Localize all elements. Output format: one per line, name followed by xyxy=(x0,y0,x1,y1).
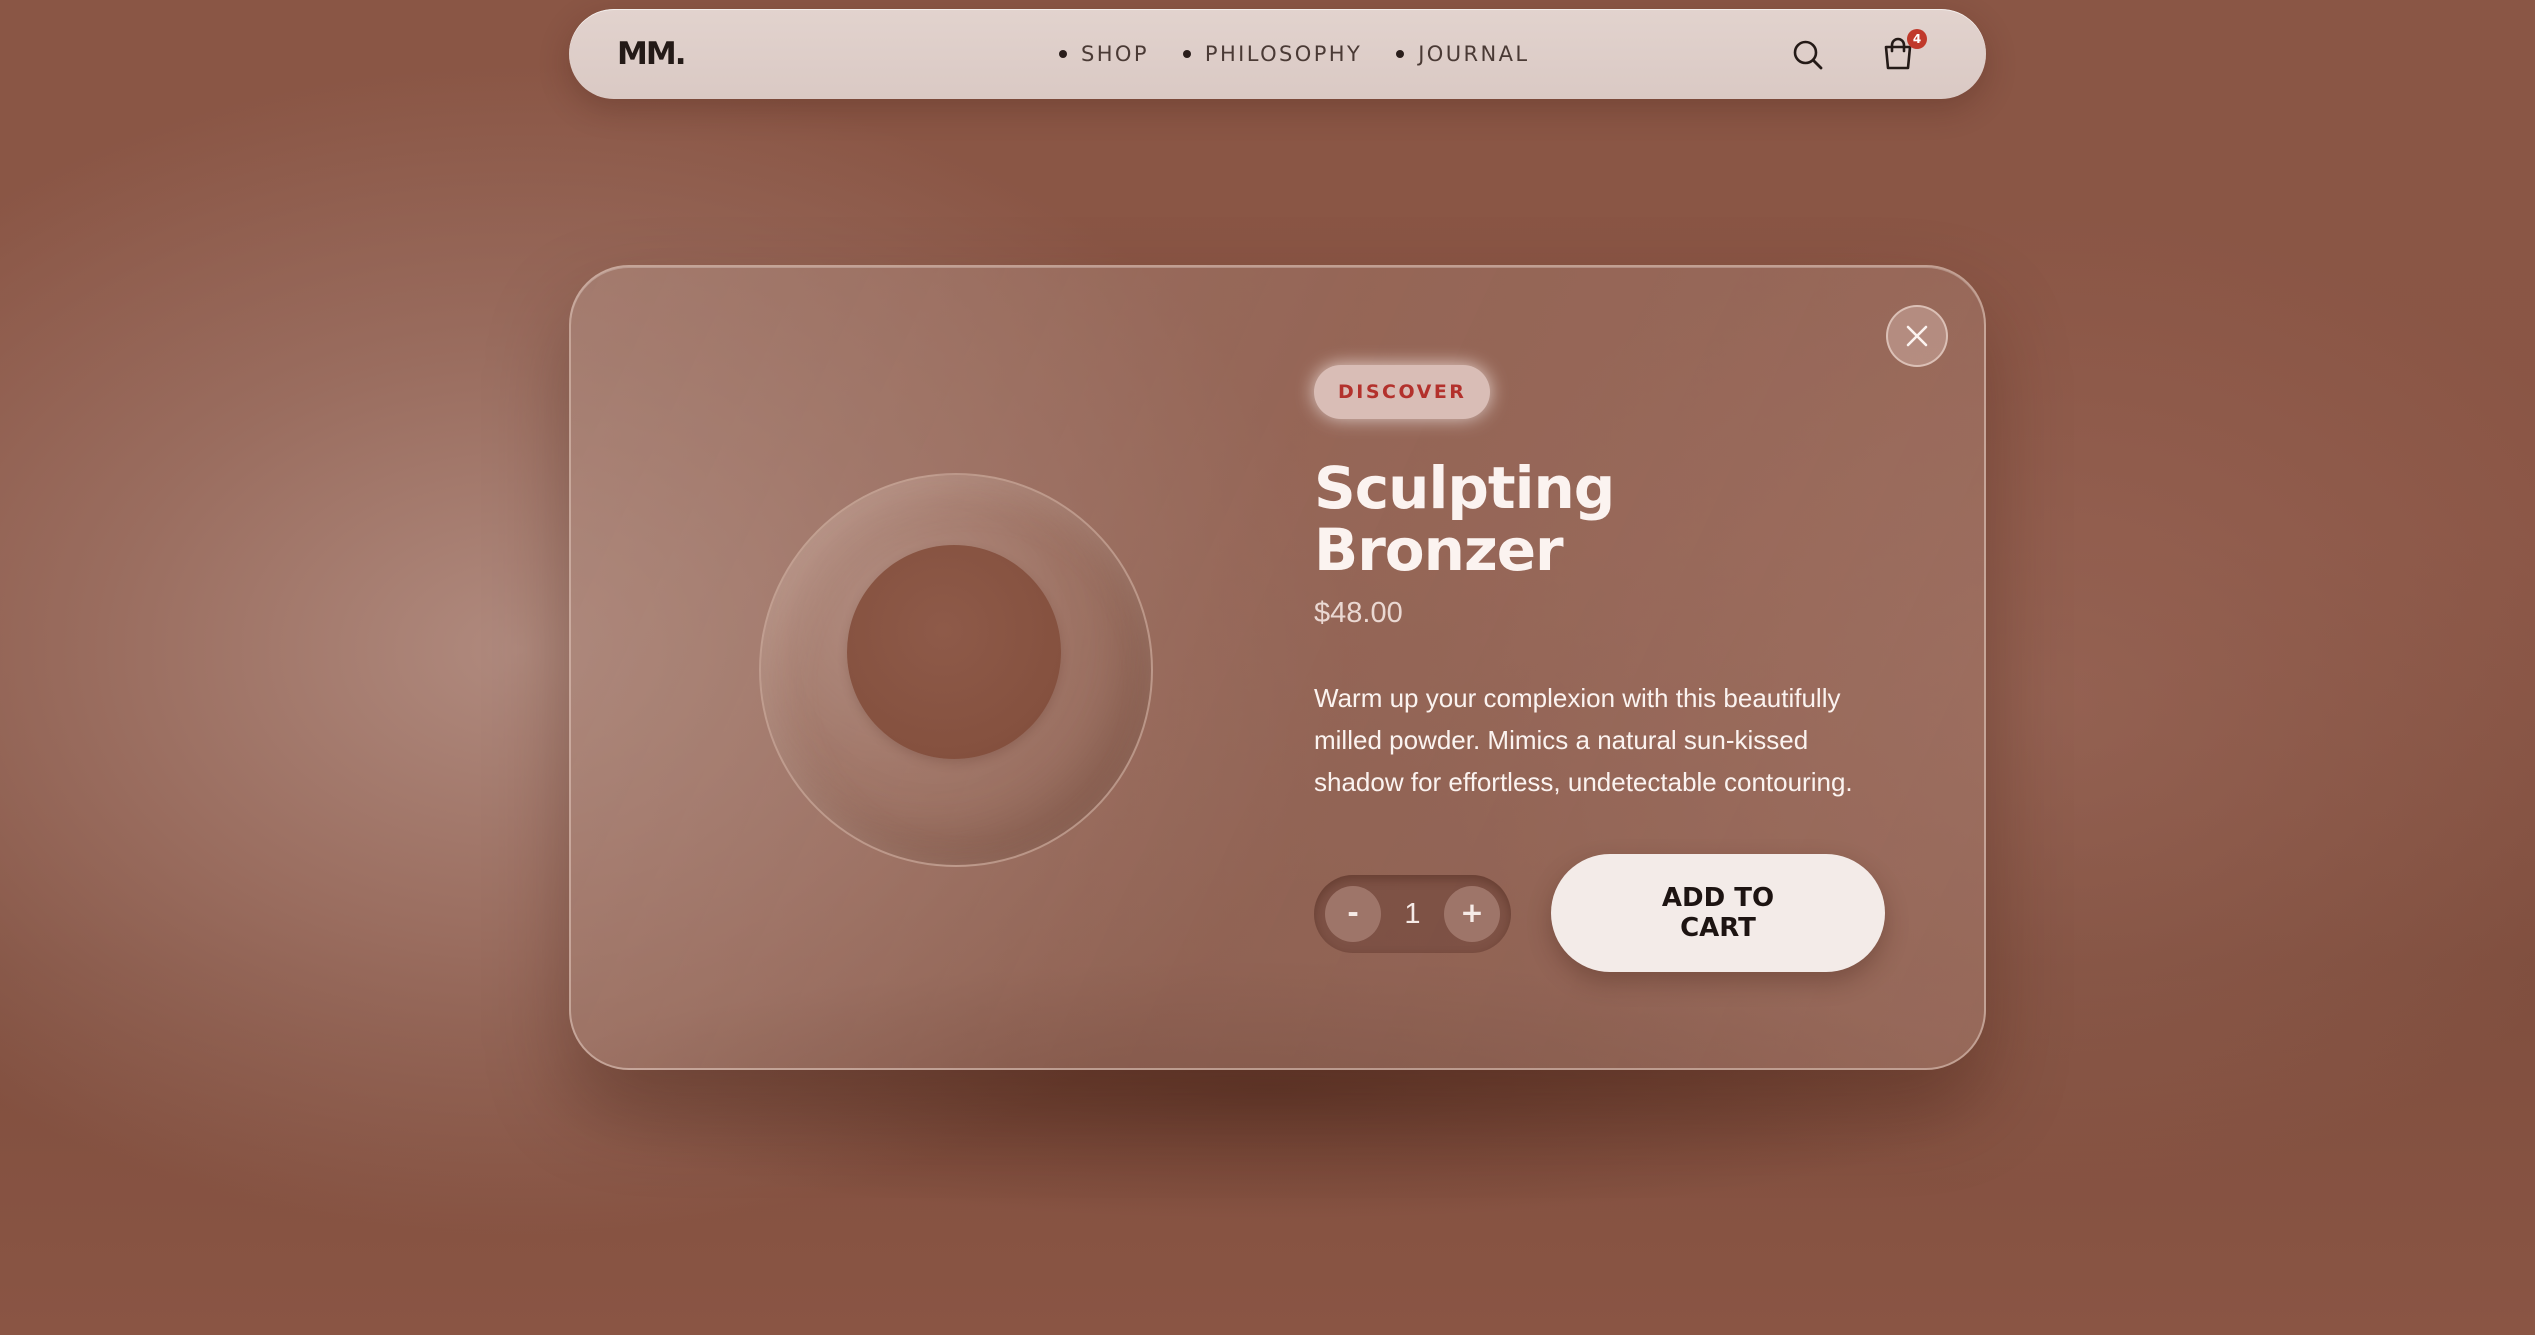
product-swatch xyxy=(847,545,1061,759)
nav-item-journal[interactable]: JOURNAL xyxy=(1396,42,1529,66)
bullet-dot-icon xyxy=(1396,50,1405,58)
discover-badge: DISCOVER xyxy=(1314,365,1491,419)
quantity-value: 1 xyxy=(1404,898,1421,930)
nav-item-shop[interactable]: SHOP xyxy=(1059,42,1149,66)
quantity-stepper: - 1 + xyxy=(1314,875,1511,953)
add-to-cart-button[interactable]: ADD TO CART xyxy=(1551,854,1885,972)
search-button[interactable] xyxy=(1791,38,1825,72)
product-quickview-modal: DISCOVER Sculpting Bronzer $48.00 Warm u… xyxy=(569,265,1986,1070)
main-nav: SHOP PHILOSOPHY JOURNAL xyxy=(1059,9,1529,99)
nav-item-label: PHILOSOPHY xyxy=(1204,42,1363,66)
bullet-dot-icon xyxy=(1182,50,1191,58)
brand-logo[interactable]: MM. xyxy=(617,9,686,99)
add-to-cart-label: ADD TO CART xyxy=(1661,883,1775,943)
nav-item-philosophy[interactable]: PHILOSOPHY xyxy=(1182,42,1363,66)
nav-item-label: JOURNAL xyxy=(1418,42,1530,66)
product-title: Sculpting Bronzer xyxy=(1314,454,1615,584)
bullet-dot-icon xyxy=(1059,50,1067,58)
quantity-increment-button[interactable]: + xyxy=(1444,886,1500,942)
search-icon xyxy=(1793,40,1823,70)
close-icon xyxy=(1906,325,1928,347)
cart-count-badge: 4 xyxy=(1907,29,1927,49)
close-button[interactable] xyxy=(1886,305,1948,367)
top-navbar: MM. SHOP PHILOSOPHY JOURNAL 4 xyxy=(569,9,1986,99)
quantity-decrement-button[interactable]: - xyxy=(1325,886,1381,942)
product-description: Warm up your complexion with this beauti… xyxy=(1314,683,1853,797)
nav-item-label: SHOP xyxy=(1081,42,1149,66)
product-price: $48.00 xyxy=(1314,597,1403,629)
